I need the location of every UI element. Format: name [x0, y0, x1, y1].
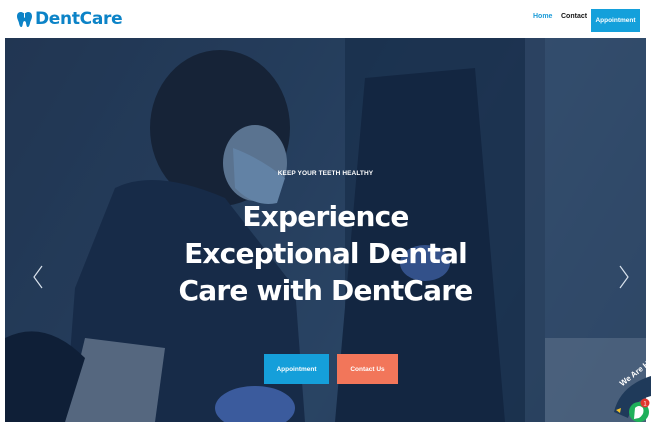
nav-home-link[interactable]: Home — [533, 13, 552, 20]
hero-carousel: KEEP YOUR TEETH HEALTHY Experience Excep… — [5, 38, 646, 422]
chevron-right-icon[interactable] — [617, 264, 631, 290]
nav-contact-link[interactable]: Contact — [561, 13, 587, 20]
hero-eyebrow: KEEP YOUR TEETH HEALTHY — [277, 170, 374, 177]
hero-title-line: Care with DentCare — [178, 274, 474, 307]
navbar: DentCare Home Contact Appointment — [0, 0, 651, 38]
hero-title-line: Exceptional Dental — [184, 237, 468, 270]
hero-appointment-button[interactable]: Appointment — [264, 354, 329, 384]
hero-title: Experience Exceptional Dental Care with … — [5, 198, 646, 309]
hero-contact-button[interactable]: Contact Us — [337, 354, 398, 384]
tooth-icon — [17, 11, 32, 27]
nav-appointment-button[interactable]: Appointment — [591, 9, 640, 32]
chevron-left-icon[interactable] — [31, 264, 45, 290]
brand-name: DentCare — [35, 9, 123, 29]
brand-logo[interactable]: DentCare — [17, 9, 123, 29]
hero-title-line: Experience — [242, 200, 409, 233]
